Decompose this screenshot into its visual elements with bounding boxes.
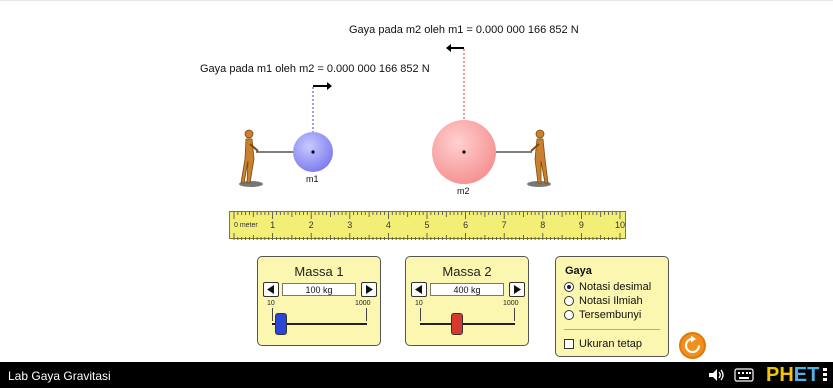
radio-unselected-icon: [564, 310, 574, 320]
mass-2-value: 400 kg: [430, 283, 504, 296]
mass-2-increase-button[interactable]: [509, 282, 525, 297]
ruler-tick-label: 9: [578, 220, 584, 230]
radio-hidden-label: Tersembunyi: [579, 309, 642, 321]
mass-2-max-label: 1000: [503, 300, 519, 307]
ruler-unit-label: 0 meter: [234, 222, 258, 229]
reset-all-button[interactable]: [679, 332, 706, 359]
force-arrow-m2: [446, 44, 464, 52]
mass-1-min-label: 10: [267, 300, 275, 307]
radio-selected-icon: [564, 282, 574, 292]
mass-1-slider-thumb[interactable]: [274, 313, 287, 335]
phet-logo-et: ET: [793, 364, 820, 386]
mass-1-panel: Massa 1 100 kg 10 1000: [257, 256, 381, 346]
mass-1-value: 100 kg: [282, 283, 356, 296]
ruler-tick-label: 8: [540, 220, 546, 230]
ruler-tick-label: 5: [424, 220, 430, 230]
mass-1-title: Massa 1: [294, 264, 344, 279]
puller-left-figure: [239, 129, 263, 187]
mass-2-slider-track[interactable]: [420, 323, 515, 325]
ruler-tick-label: 1: [270, 220, 276, 230]
mass-m2-center: [462, 150, 466, 154]
mass-2-min-label: 10: [415, 300, 423, 307]
ruler-tick-label: 2: [308, 220, 314, 230]
radio-scientific-notation[interactable]: Notasi Ilmiah: [564, 295, 643, 307]
triangle-left-icon: [415, 285, 422, 294]
mass-m1-label: m1: [306, 174, 319, 184]
reset-icon: [684, 335, 701, 354]
checkbox-unchecked-icon: [564, 339, 574, 349]
triangle-left-icon: [267, 285, 274, 294]
navigation-bar: Lab Gaya Gravitasi PHET: [0, 362, 833, 388]
mass-2-decrease-button[interactable]: [411, 282, 427, 297]
constant-size-label: Ukuran tetap: [579, 338, 642, 350]
sim-area: Gaya pada m2 oleh m1 = 0.000 000 166 852…: [0, 0, 833, 362]
sim-title: Lab Gaya Gravitasi: [8, 369, 111, 383]
puller-right-figure: [527, 129, 551, 187]
mass-2-title: Massa 2: [442, 264, 492, 279]
phet-logo-ph: PH: [766, 364, 794, 386]
triangle-right-icon: [514, 285, 521, 294]
scene: [239, 44, 551, 187]
menu-icon[interactable]: [823, 368, 827, 383]
ruler-tick-label: 4: [385, 220, 391, 230]
radio-scientific-notation-label: Notasi Ilmiah: [579, 295, 643, 307]
mass-1-max-label: 1000: [355, 300, 371, 307]
mass-m1-center: [311, 150, 315, 154]
speaker-icon[interactable]: [707, 366, 725, 384]
mass-2-max-tick: [514, 308, 515, 321]
mass-2-min-tick: [420, 308, 421, 321]
ruler-tick-label: 10: [614, 220, 626, 230]
ruler[interactable]: 0 meter 1 2 3 4 5 6 7 8 9 10: [229, 211, 626, 240]
ruler-tick-label: 3: [347, 220, 353, 230]
ruler-tick-label: 6: [463, 220, 469, 230]
radio-hidden[interactable]: Tersembunyi: [564, 309, 641, 321]
keyboard-icon[interactable]: [734, 368, 754, 382]
mass-1-increase-button[interactable]: [361, 282, 377, 297]
constant-size-checkbox[interactable]: Ukuran tetap: [564, 338, 642, 350]
triangle-right-icon: [366, 285, 373, 294]
force-panel-title: Gaya: [565, 265, 592, 277]
radio-decimal-notation-label: Notasi desimal: [579, 281, 652, 293]
mass-2-slider-thumb[interactable]: [451, 313, 464, 335]
force-arrow-m1: [313, 82, 332, 90]
mass-2-panel: Massa 2 400 kg 10 1000: [405, 256, 529, 346]
mass-1-max-tick: [366, 308, 367, 321]
mass-1-decrease-button[interactable]: [263, 282, 279, 297]
force-panel-divider: [564, 329, 660, 330]
mass-1-min-tick: [272, 308, 273, 321]
radio-decimal-notation[interactable]: Notasi desimal: [564, 281, 651, 293]
mass-m2-label: m2: [457, 186, 470, 196]
force-display-panel: Gaya Notasi desimal Notasi Ilmiah Tersem…: [555, 256, 669, 357]
phet-logo[interactable]: PHET: [766, 364, 819, 386]
ruler-tick-label: 7: [501, 220, 507, 230]
radio-unselected-icon: [564, 296, 574, 306]
